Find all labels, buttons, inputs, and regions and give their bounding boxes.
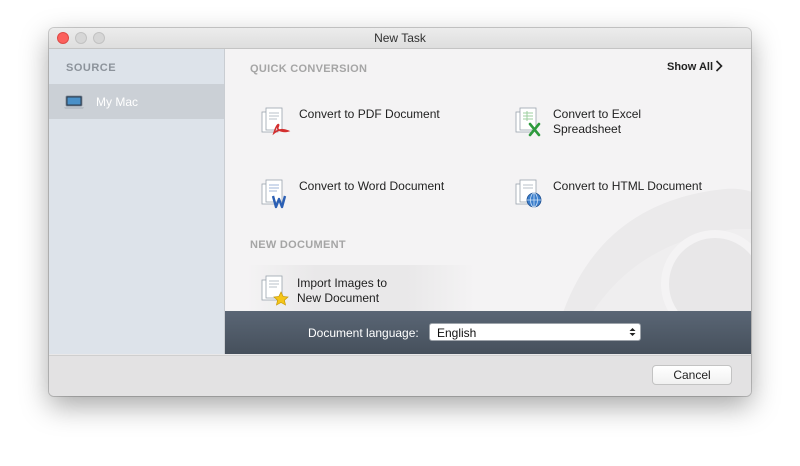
cancel-button[interactable]: Cancel [652, 365, 732, 385]
convert-to-excel-label: Convert to Excel Spreadsheet [553, 107, 642, 136]
convert-to-html-button[interactable]: Convert to HTML Document [515, 177, 725, 211]
show-all-link[interactable]: Show All [667, 61, 713, 73]
pdf-document-icon [261, 107, 291, 136]
select-stepper-icon [629, 328, 636, 336]
source-sidebar: SOURCE My Mac [49, 49, 225, 354]
sidebar-item-label: My Mac [96, 95, 138, 109]
document-language-bar: Document language: English [225, 311, 751, 354]
excel-document-icon [515, 107, 541, 137]
new-document-title: NEW DOCUMENT [250, 239, 346, 251]
convert-to-pdf-button[interactable]: Convert to PDF Document [261, 105, 471, 139]
sidebar-item-my-mac[interactable]: My Mac [49, 84, 224, 119]
dialog-footer: Cancel [49, 355, 751, 396]
title-bar: New Task [49, 28, 751, 49]
laptop-icon [64, 95, 84, 109]
main-panel: QUICK CONVERSION Show All Convert to PDF… [225, 49, 751, 311]
html-document-icon [515, 179, 542, 208]
convert-to-word-button[interactable]: Convert to Word Document [261, 177, 471, 211]
import-images-icon [261, 275, 289, 306]
import-images-label: Import Images to New Document [297, 276, 388, 305]
document-language-select[interactable]: English [429, 323, 641, 341]
new-task-window: New Task SOURCE My Mac QUICK CONVERSION … [49, 28, 751, 396]
convert-to-word-label: Convert to Word Document [299, 179, 445, 193]
window-title: New Task [374, 31, 426, 45]
document-language-value: English [437, 326, 477, 340]
convert-to-excel-button[interactable]: Convert to Excel Spreadsheet [515, 105, 715, 145]
convert-to-pdf-label: Convert to PDF Document [299, 107, 440, 121]
document-language-label: Document language: [308, 326, 419, 340]
sidebar-header: SOURCE [66, 62, 117, 74]
word-document-icon [261, 179, 287, 209]
quick-conversion-title: QUICK CONVERSION [250, 63, 368, 75]
chevron-right-icon[interactable] [715, 60, 723, 72]
convert-to-html-label: Convert to HTML Document [553, 179, 702, 193]
import-images-button[interactable]: Import Images to New Document [247, 265, 475, 311]
